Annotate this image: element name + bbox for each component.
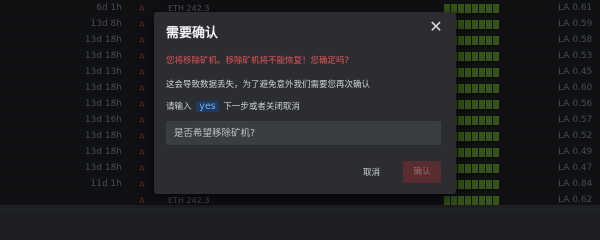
prompt-before: 请输入 bbox=[166, 102, 192, 112]
dialog-title: 需要确认 bbox=[166, 26, 219, 41]
warning-text: 您将移除矿机。移除矿机将不能恢复！您确定吗? bbox=[166, 56, 350, 66]
close-icon[interactable]: ✕ bbox=[428, 18, 444, 36]
confirm-button[interactable]: 确认 bbox=[403, 161, 441, 183]
info-text: 这会导致数据丢失，为了避免意外我们需要您再次确认 bbox=[166, 80, 371, 90]
confirm-prompt: 请输入 yes 下一步或者关闭取消 bbox=[166, 100, 300, 112]
confirm-input[interactable] bbox=[166, 121, 441, 145]
cancel-button[interactable]: 取消 bbox=[363, 166, 380, 178]
confirm-dialog: 需要确认 ✕ 您将移除矿机。移除矿机将不能恢复！您确定吗? 这会导致数据丢失，为… bbox=[154, 12, 456, 194]
prompt-after: 下一步或者关闭取消 bbox=[223, 102, 300, 112]
confirm-keyword: yes bbox=[196, 101, 219, 112]
